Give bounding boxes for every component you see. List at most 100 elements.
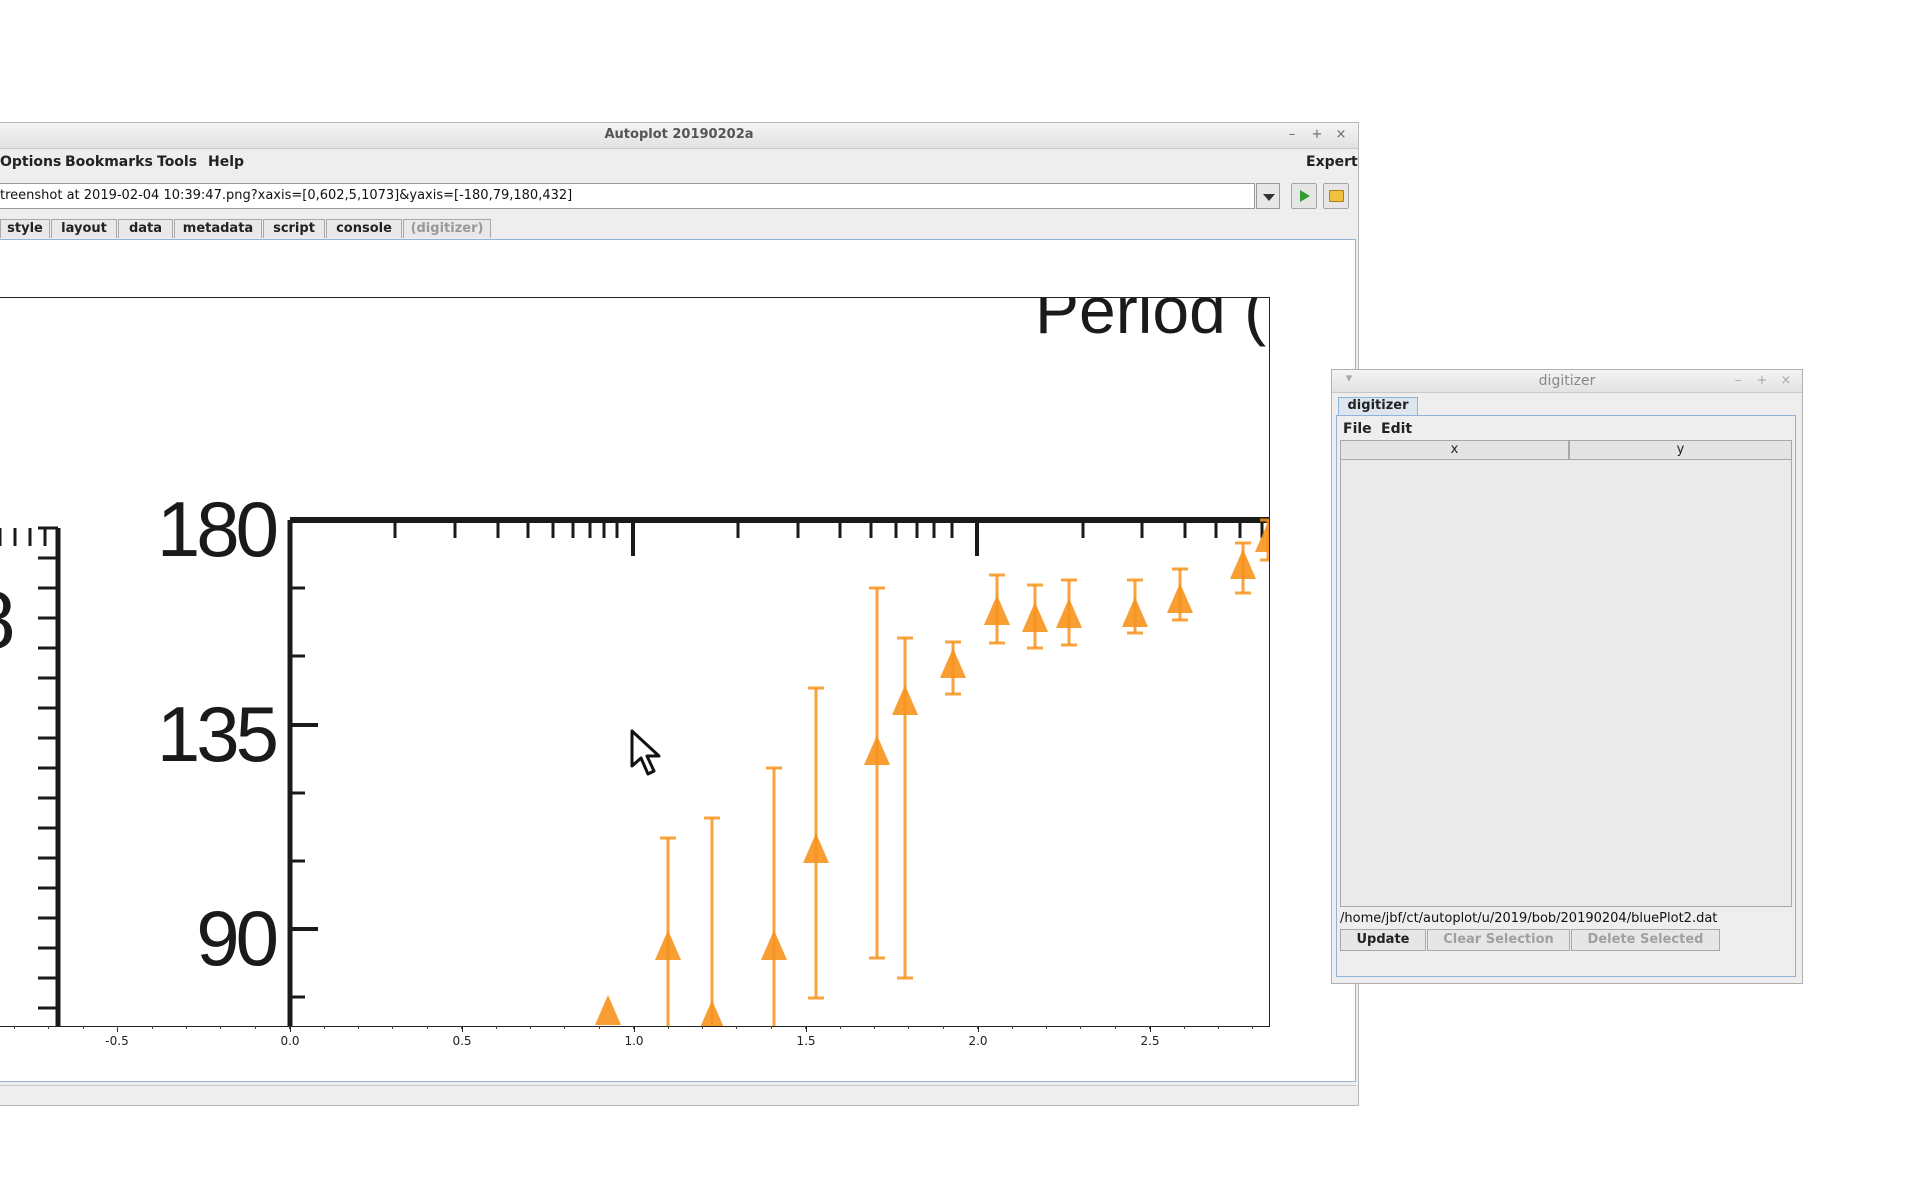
- tab-style[interactable]: style: [0, 219, 50, 238]
- tab-layout[interactable]: layout: [51, 219, 117, 238]
- triangle-marker: [803, 833, 829, 863]
- triangle-marker: [940, 648, 966, 678]
- close-button[interactable]: ×: [1332, 127, 1350, 142]
- mouse-pointer-icon: [630, 729, 661, 776]
- triangle-marker: [984, 595, 1010, 625]
- triangle-marker: [1122, 597, 1148, 627]
- plot-image[interactable]: 1801359045Period (8Φ: [0, 297, 1270, 1027]
- x-axis-minor-tick: [1184, 1026, 1185, 1029]
- tab-metadata[interactable]: metadata: [174, 219, 262, 238]
- image-y-tick-label: 180: [157, 485, 277, 573]
- x-axis-minor-tick: [83, 1026, 84, 1029]
- x-axis-minor-tick: [840, 1026, 841, 1029]
- delete-selected-button[interactable]: Delete Selected: [1571, 929, 1720, 951]
- digitizer-panel: File Edit x y /home/jbf/ct/autoplot/u/20…: [1336, 415, 1796, 977]
- menu-tools[interactable]: Tools: [157, 154, 197, 170]
- x-axis-tick: [978, 1026, 979, 1032]
- clear-selection-button[interactable]: Clear Selection: [1427, 929, 1570, 951]
- triangle-marker: [655, 930, 681, 960]
- x-axis-minor-tick: [736, 1026, 737, 1029]
- autoplot-window: Autoplot 20190202a – + × Options Bookmar…: [0, 122, 1359, 1106]
- x-axis-minor-tick: [255, 1026, 256, 1029]
- x-axis-minor-tick: [564, 1026, 565, 1029]
- x-axis-tick-label: 0.5: [452, 1034, 472, 1048]
- x-axis-tick: [462, 1026, 463, 1032]
- x-axis-minor-tick: [1012, 1026, 1013, 1029]
- digitizer-maximize-button[interactable]: +: [1753, 373, 1771, 388]
- menubar: Options Bookmarks Tools Help Expert: [0, 149, 1358, 175]
- expert-menu[interactable]: Expert: [1306, 154, 1358, 170]
- x-axis-tick: [634, 1026, 635, 1032]
- x-axis-tick-label: 2.5: [1140, 1034, 1160, 1048]
- column-x[interactable]: x: [1340, 440, 1569, 460]
- x-axis-minor-tick: [805, 1026, 806, 1029]
- x-axis-tick-label: 1.5: [796, 1034, 816, 1048]
- x-axis-minor-tick: [392, 1026, 393, 1029]
- x-axis-tick: [806, 1026, 807, 1032]
- x-axis-minor-tick: [1046, 1026, 1047, 1029]
- triangle-marker: [864, 735, 890, 765]
- x-axis-minor-tick: [977, 1026, 978, 1029]
- x-axis-minor-tick: [943, 1026, 944, 1029]
- x-axis-minor-tick: [289, 1026, 290, 1029]
- menu-options[interactable]: Options: [0, 154, 61, 170]
- main-titlebar[interactable]: Autoplot 20190202a – + ×: [0, 123, 1358, 149]
- x-axis-minor-tick: [702, 1026, 703, 1029]
- digitizer-titlebar[interactable]: ▾ digitizer – + ×: [1332, 370, 1802, 393]
- window-title: Autoplot 20190202a: [604, 127, 754, 142]
- x-axis-minor-tick: [461, 1026, 462, 1029]
- digitizer-close-button[interactable]: ×: [1777, 373, 1795, 388]
- x-axis-minor-tick: [530, 1026, 531, 1029]
- column-y[interactable]: y: [1569, 440, 1792, 460]
- tab-digitizer[interactable]: (digitizer): [403, 219, 491, 238]
- play-icon: [1300, 190, 1310, 202]
- x-axis-minor-tick: [186, 1026, 187, 1029]
- points-table[interactable]: [1340, 460, 1792, 907]
- x-axis-minor-tick: [1115, 1026, 1116, 1029]
- tab-data[interactable]: data: [118, 219, 173, 238]
- x-axis-minor-tick: [14, 1026, 15, 1029]
- menu-bookmarks[interactable]: Bookmarks: [65, 154, 153, 170]
- menu-help[interactable]: Help: [208, 154, 244, 170]
- image-y-tick-label: 90: [196, 894, 276, 982]
- x-axis-tick-label: -0.5: [105, 1034, 129, 1048]
- digitizer-menu-edit[interactable]: Edit: [1381, 421, 1412, 437]
- digitizer-menu-file[interactable]: File: [1343, 421, 1372, 437]
- folder-icon: [1329, 190, 1344, 202]
- browse-button[interactable]: [1323, 183, 1349, 209]
- x-axis-minor-tick: [358, 1026, 359, 1029]
- x-axis-minor-tick: [117, 1026, 118, 1029]
- tab-console[interactable]: console: [326, 219, 402, 238]
- x-axis-minor-tick: [496, 1026, 497, 1029]
- image-left-fragment: 8: [0, 575, 16, 666]
- triangle-marker: [892, 685, 918, 715]
- x-axis-minor-tick: [908, 1026, 909, 1029]
- x-axis-minor-tick: [599, 1026, 600, 1029]
- triangle-marker: [700, 1000, 724, 1026]
- go-button[interactable]: [1291, 183, 1317, 209]
- triangle-marker: [1230, 549, 1256, 579]
- x-axis-minor-tick: [1252, 1026, 1253, 1029]
- digitizer-minimize-button[interactable]: –: [1729, 373, 1747, 388]
- points-table-header: x y: [1340, 440, 1792, 460]
- maximize-button[interactable]: +: [1308, 127, 1326, 142]
- x-axis-minor-tick: [1080, 1026, 1081, 1029]
- digitized-image-svg: 1801359045Period (8Φ: [0, 298, 1269, 1026]
- x-axis-minor-tick: [48, 1026, 49, 1029]
- triangle-marker: [1022, 602, 1048, 632]
- x-axis-minor-tick: [152, 1026, 153, 1029]
- image-title-fragment: Period (: [1035, 298, 1266, 347]
- uri-dropdown-button[interactable]: [1256, 183, 1280, 209]
- minimize-button[interactable]: –: [1283, 127, 1301, 142]
- update-button[interactable]: Update: [1340, 929, 1426, 951]
- triangle-marker: [1167, 583, 1193, 613]
- tab-script[interactable]: script: [263, 219, 325, 238]
- digitizer-window: ▾ digitizer – + × digitizer File Edit x …: [1331, 369, 1803, 984]
- triangle-marker: [761, 930, 787, 960]
- triangle-marker: [1056, 598, 1082, 628]
- uri-input[interactable]: treenshot at 2019-02-04 10:39:47.png?xax…: [0, 183, 1255, 209]
- x-axis-minor-tick: [427, 1026, 428, 1029]
- x-axis-tick-label: 2.0: [968, 1034, 988, 1048]
- digitizer-tab[interactable]: digitizer: [1338, 397, 1418, 415]
- x-axis-minor-tick: [633, 1026, 634, 1029]
